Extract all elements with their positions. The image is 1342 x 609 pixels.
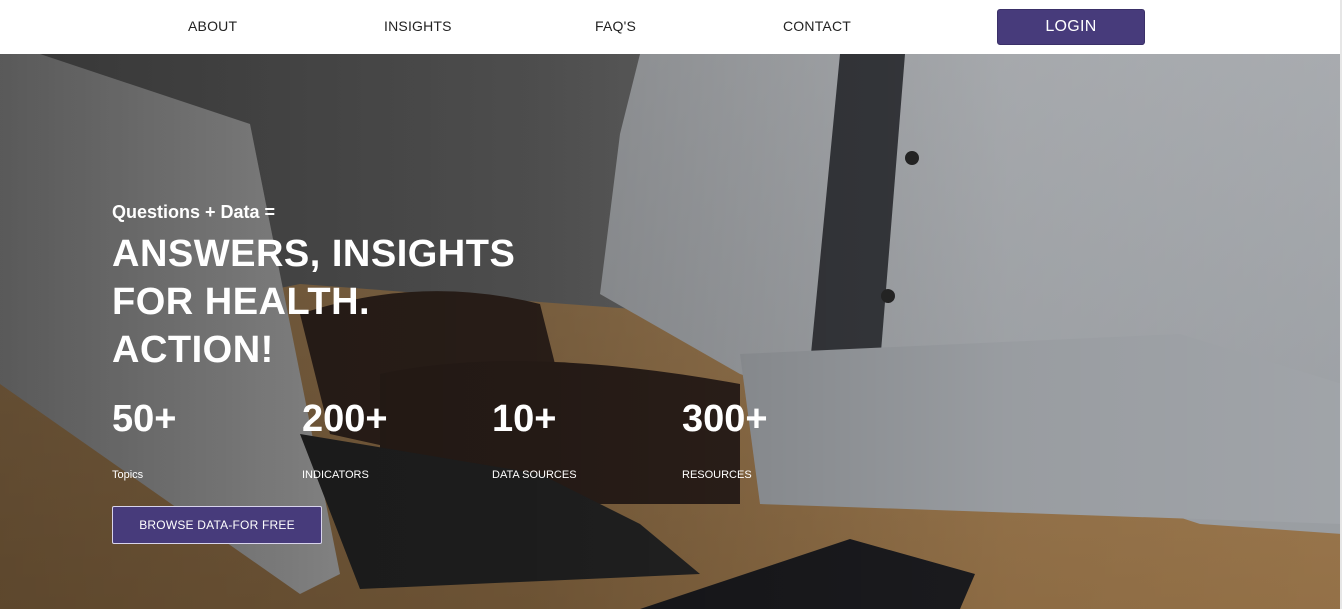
landing-page: ABOUT INSIGHTS FAQ'S CONTACT LOGIN Quest… <box>0 0 1342 609</box>
nav-link-insights[interactable]: INSIGHTS <box>384 18 452 34</box>
nav-link-faq[interactable]: FAQ'S <box>595 18 636 34</box>
stat-value: 300+ <box>682 398 768 440</box>
hero-eyebrow: Questions + Data = <box>112 202 276 222</box>
stat-value: 10+ <box>492 398 557 440</box>
hero-title-line: FOR HEALTH. <box>112 281 371 323</box>
stat-label: DATA SOURCES <box>492 469 577 481</box>
stat-value: 50+ <box>112 398 177 440</box>
login-button[interactable]: LOGIN <box>997 9 1145 45</box>
stat-indicators: 200+ INDICATORS <box>302 398 388 481</box>
hero-title: ANSWERS, INSIGHTS FOR HEALTH. ACTION! <box>112 230 515 374</box>
nav-link-about[interactable]: ABOUT <box>188 18 237 34</box>
stat-label: INDICATORS <box>302 469 369 481</box>
stat-label: Topics <box>112 469 144 481</box>
stat-value: 200+ <box>302 398 388 440</box>
top-navbar: ABOUT INSIGHTS FAQ'S CONTACT LOGIN <box>0 0 1342 54</box>
stat-data-sources: 10+ DATA SOURCES <box>492 398 577 481</box>
hero-title-line: ANSWERS, INSIGHTS <box>112 233 516 275</box>
hero-section: Questions + Data = ANSWERS, INSIGHTS FOR… <box>0 54 1342 609</box>
browse-data-button[interactable]: BROWSE DATA-FOR FREE <box>112 506 322 544</box>
nav-link-contact[interactable]: CONTACT <box>783 18 851 34</box>
stat-resources: 300+ RESOURCES <box>682 398 768 481</box>
stat-label: RESOURCES <box>682 469 752 481</box>
hero-title-line: ACTION! <box>112 329 274 371</box>
stat-topics: 50+ Topics <box>112 398 176 481</box>
